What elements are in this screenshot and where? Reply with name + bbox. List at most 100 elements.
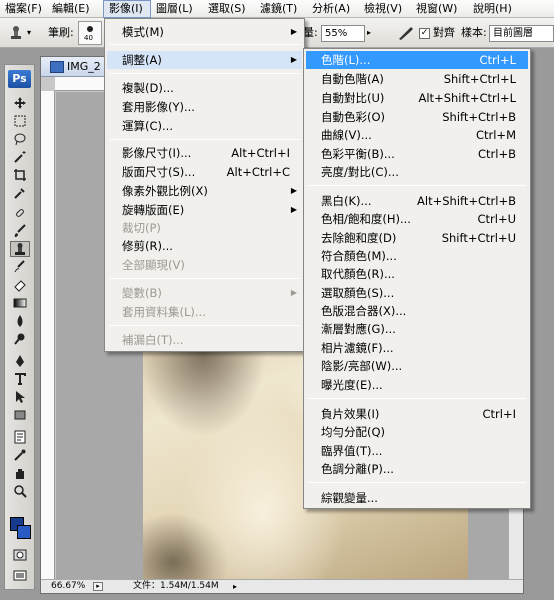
menu-edit[interactable]: 編輯(E) — [47, 0, 103, 18]
menu-separator — [308, 185, 526, 186]
submenu-arrow-icon: ▶ — [290, 205, 297, 214]
menu-item-photo-filter[interactable]: 相片濾鏡(F)... — [306, 339, 528, 357]
menu-item-apply-image[interactable]: 套用影像(Y)... — [107, 98, 302, 116]
path-selection-tool-icon[interactable] — [10, 389, 30, 405]
status-menu-arrow-icon[interactable]: ▸ — [233, 582, 241, 591]
menu-item-pixel-aspect-ratio[interactable]: 像素外觀比例(X) ▶ — [107, 182, 302, 200]
horizontal-scrollbar[interactable] — [241, 579, 523, 593]
magic-wand-tool-icon[interactable] — [10, 149, 30, 165]
submenu-arrow-icon: ▶ — [290, 55, 297, 64]
eraser-tool-icon[interactable] — [10, 277, 30, 293]
adjustments-submenu: 色階(L)... Ctrl+L 自動色階(A) Shift+Ctrl+L 自動對比(… — [303, 48, 531, 509]
menu-item-replace-color[interactable]: 取代顏色(R)... — [306, 265, 528, 283]
image-menu: 模式(M) ▶ 調整(A) ▶ 複製(D)... 套用影像(Y)... 運算(C).… — [104, 18, 305, 352]
menu-item-invert[interactable]: 負片效果(I) Ctrl+I — [306, 405, 528, 423]
menu-item-shadows-highlights[interactable]: 陰影/亮部(W)... — [306, 357, 528, 375]
menu-item-canvas-size[interactable]: 版面尺寸(S)... Alt+Ctrl+C — [107, 163, 302, 181]
flow-dropdown-arrow[interactable]: ▸ — [367, 18, 371, 48]
brush-preset-picker[interactable]: 40 — [78, 21, 102, 45]
sample-select[interactable]: 目前圖層 — [489, 25, 554, 42]
zoom-level[interactable]: 66.67% — [51, 580, 85, 593]
menu-item-match-color[interactable]: 符合顏色(M)... — [306, 247, 528, 265]
notes-tool-icon[interactable] — [10, 429, 30, 445]
marquee-tool-icon[interactable] — [10, 113, 30, 129]
zoom-tool-icon[interactable] — [10, 483, 30, 499]
menu-item-channel-mixer[interactable]: 色版混合器(X)... — [306, 302, 528, 320]
brush-label: 筆刷: — [48, 26, 74, 39]
rectangle-tool-icon[interactable] — [10, 407, 30, 423]
document-title: IMG_2 — [67, 60, 101, 73]
menu-item-selective-color[interactable]: 選取顏色(S)... — [306, 284, 528, 302]
menu-item-trap: 補漏白(T)... — [122, 333, 184, 347]
menu-window[interactable]: 視窗(W) — [411, 0, 468, 18]
menu-layer[interactable]: 圖層(L) — [151, 0, 203, 18]
background-color-swatch[interactable] — [17, 525, 31, 539]
type-tool-icon[interactable] — [10, 371, 30, 387]
menu-help[interactable]: 說明(H) — [468, 0, 522, 18]
menu-filter[interactable]: 濾鏡(T) — [255, 0, 307, 18]
blur-tool-icon[interactable] — [10, 313, 30, 329]
menu-view[interactable]: 檢視(V) — [359, 0, 411, 18]
menu-item-exposure[interactable]: 曝光度(E)... — [306, 376, 528, 394]
menu-separator — [109, 325, 300, 326]
brush-tip-icon — [87, 26, 93, 32]
menu-item-rotate-canvas[interactable]: 旋轉版面(E) ▶ — [107, 201, 302, 219]
menu-item-curves[interactable]: 曲線(V)... Ctrl+M — [306, 126, 528, 144]
healing-brush-tool-icon[interactable] — [10, 205, 30, 221]
submenu-arrow-icon: ▶ — [290, 288, 297, 297]
eyedropper-sample-tool-icon[interactable] — [10, 447, 30, 463]
flow-input[interactable]: 55% — [321, 25, 365, 42]
lasso-tool-icon[interactable] — [10, 131, 30, 147]
brush-tool-icon[interactable] — [10, 223, 30, 239]
toolbox: Ps — [4, 64, 35, 590]
menu-item-trim[interactable]: 修剪(R)... — [107, 237, 302, 255]
menu-file[interactable]: 檔案(F) — [0, 0, 47, 18]
status-options-icon[interactable]: ▸ — [93, 582, 103, 591]
menu-item-gradient-map[interactable]: 漸層對應(G)... — [306, 320, 528, 338]
screen-mode-icon[interactable] — [10, 567, 30, 583]
file-size-info: 文件：1.54M/1.54M — [133, 581, 219, 591]
menu-item-desaturate[interactable]: 去除飽和度(D) Shift+Ctrl+U — [306, 229, 528, 247]
submenu-arrow-icon: ▶ — [290, 27, 297, 36]
menu-item-variations[interactable]: 綜觀變量... — [306, 489, 528, 507]
menu-item-duplicate[interactable]: 複製(D)... — [107, 79, 302, 97]
menu-item-apply-data-set: 套用資料集(L)... — [122, 305, 206, 319]
menu-item-reveal-all: 全部顯現(V) — [122, 258, 185, 272]
move-tool-icon[interactable] — [10, 95, 30, 111]
menu-item-levels[interactable]: 色階(L)... Ctrl+L — [306, 51, 528, 69]
aligned-checkbox[interactable]: ✓ — [419, 28, 430, 39]
quick-mask-icon[interactable] — [10, 547, 30, 563]
menu-item-image-size[interactable]: 影像尺寸(I)... Alt+Ctrl+I — [107, 144, 302, 162]
menu-item-auto-color[interactable]: 自動色彩(O) Shift+Ctrl+B — [306, 108, 528, 126]
clone-stamp-tool-icon[interactable] — [10, 241, 30, 257]
menu-item-auto-contrast[interactable]: 自動對比(U) Alt+Shift+Ctrl+L — [306, 89, 528, 107]
dodge-tool-icon[interactable] — [10, 331, 30, 347]
menu-item-crop: 裁切(P) — [122, 221, 161, 235]
clone-stamp-tool-icon[interactable] — [8, 25, 24, 41]
gradient-tool-icon[interactable] — [10, 295, 30, 311]
pen-tool-icon[interactable] — [10, 353, 30, 369]
menu-item-threshold[interactable]: 臨界值(T)... — [306, 442, 528, 460]
tool-preset-arrow[interactable]: ▾ — [27, 18, 31, 48]
menu-analysis[interactable]: 分析(A) — [307, 0, 359, 18]
aligned-label: 對齊 — [433, 26, 455, 39]
airbrush-icon[interactable] — [398, 26, 414, 40]
menu-item-mode[interactable]: 模式(M) ▶ — [107, 23, 302, 41]
menu-item-hue-saturation[interactable]: 色相/飽和度(H)... Ctrl+U — [306, 210, 528, 228]
history-brush-tool-icon[interactable] — [10, 259, 30, 275]
eyedropper-tool-icon[interactable] — [10, 185, 30, 201]
menu-item-calculations[interactable]: 運算(C)... — [107, 117, 302, 135]
menu-separator — [308, 482, 526, 483]
menu-item-posterize[interactable]: 色調分離(P)... — [306, 460, 528, 478]
menu-item-color-balance[interactable]: 色彩平衡(B)... Ctrl+B — [306, 145, 528, 163]
menu-item-adjustments[interactable]: 調整(A) ▶ — [107, 51, 302, 69]
menu-item-black-white[interactable]: 黑白(K)... Alt+Shift+Ctrl+B — [306, 192, 528, 210]
menu-item-equalize[interactable]: 均勻分配(Q) — [306, 423, 528, 441]
menu-image[interactable]: 影像(I) — [103, 0, 151, 18]
menu-select[interactable]: 選取(S) — [203, 0, 255, 18]
menu-item-auto-levels[interactable]: 自動色階(A) Shift+Ctrl+L — [306, 70, 528, 88]
menu-separator — [109, 44, 300, 45]
crop-tool-icon[interactable] — [10, 167, 30, 183]
hand-tool-icon[interactable] — [10, 465, 30, 481]
menu-item-brightness-contrast[interactable]: 亮度/對比(C)... — [306, 163, 528, 181]
